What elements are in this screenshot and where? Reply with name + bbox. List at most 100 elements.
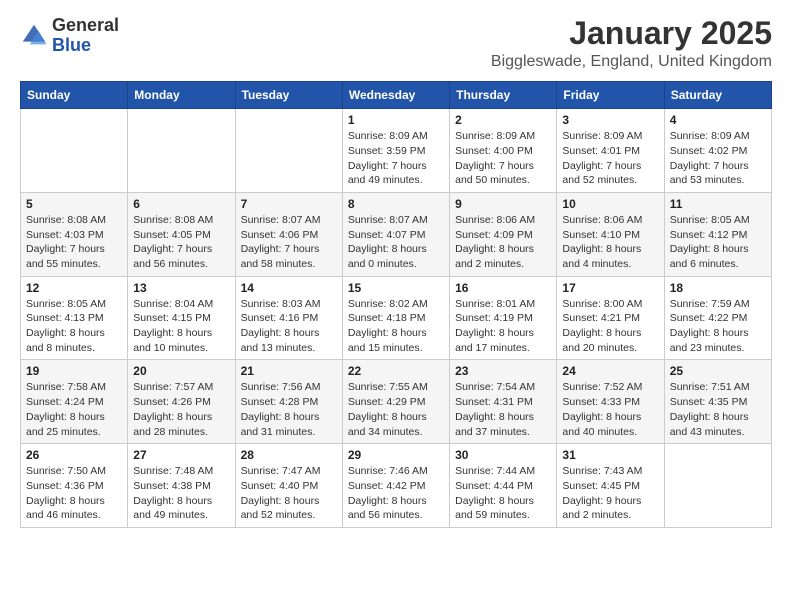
day-info: Sunrise: 7:59 AM Sunset: 4:22 PM Dayligh… — [670, 297, 766, 356]
day-info: Sunrise: 8:09 AM Sunset: 4:00 PM Dayligh… — [455, 129, 551, 188]
day-info: Sunrise: 8:00 AM Sunset: 4:21 PM Dayligh… — [562, 297, 658, 356]
calendar-day-cell — [21, 109, 128, 193]
day-info: Sunrise: 8:09 AM Sunset: 4:01 PM Dayligh… — [562, 129, 658, 188]
day-number: 2 — [455, 113, 551, 127]
day-number: 23 — [455, 364, 551, 378]
day-info: Sunrise: 8:05 AM Sunset: 4:13 PM Dayligh… — [26, 297, 122, 356]
day-number: 8 — [348, 197, 444, 211]
calendar-week-row: 5 Sunrise: 8:08 AM Sunset: 4:03 PM Daylig… — [21, 192, 772, 276]
day-info: Sunrise: 7:55 AM Sunset: 4:29 PM Dayligh… — [348, 380, 444, 439]
calendar-day-cell: 8 Sunrise: 8:07 AM Sunset: 4:07 PM Daylig… — [342, 192, 449, 276]
calendar-day-cell: 11 Sunrise: 8:05 AM Sunset: 4:12 PM Dayli… — [664, 192, 771, 276]
day-info: Sunrise: 8:09 AM Sunset: 4:02 PM Dayligh… — [670, 129, 766, 188]
calendar-day-cell: 2 Sunrise: 8:09 AM Sunset: 4:00 PM Daylig… — [450, 109, 557, 193]
weekday-header: Wednesday — [342, 82, 449, 109]
day-info: Sunrise: 8:04 AM Sunset: 4:15 PM Dayligh… — [133, 297, 229, 356]
day-number: 7 — [241, 197, 337, 211]
day-info: Sunrise: 7:43 AM Sunset: 4:45 PM Dayligh… — [562, 464, 658, 523]
day-info: Sunrise: 7:56 AM Sunset: 4:28 PM Dayligh… — [241, 380, 337, 439]
weekday-header: Sunday — [21, 82, 128, 109]
calendar-header-row: SundayMondayTuesdayWednesdayThursdayFrid… — [21, 82, 772, 109]
day-number: 6 — [133, 197, 229, 211]
day-number: 14 — [241, 281, 337, 295]
calendar-day-cell: 15 Sunrise: 8:02 AM Sunset: 4:18 PM Dayli… — [342, 276, 449, 360]
day-number: 10 — [562, 197, 658, 211]
day-info: Sunrise: 8:09 AM Sunset: 3:59 PM Dayligh… — [348, 129, 444, 188]
day-number: 25 — [670, 364, 766, 378]
calendar-day-cell: 16Sunrise: 8:01 AM Sunset: 4:19 PM Dayli… — [450, 276, 557, 360]
day-info: Sunrise: 8:06 AM Sunset: 4:10 PM Dayligh… — [562, 213, 658, 272]
calendar-day-cell: 10 Sunrise: 8:06 AM Sunset: 4:10 PM Dayli… — [557, 192, 664, 276]
day-number: 24 — [562, 364, 658, 378]
calendar-day-cell: 12 Sunrise: 8:05 AM Sunset: 4:13 PM Dayli… — [21, 276, 128, 360]
day-number: 12 — [26, 281, 122, 295]
logo: General Blue — [20, 16, 119, 56]
calendar-day-cell: 28 Sunrise: 7:47 AM Sunset: 4:40 PM Dayli… — [235, 444, 342, 528]
day-number: 18 — [670, 281, 766, 295]
day-number: 19 — [26, 364, 122, 378]
day-info: Sunrise: 8:02 AM Sunset: 4:18 PM Dayligh… — [348, 297, 444, 356]
day-number: 1 — [348, 113, 444, 127]
calendar-day-cell: 17 Sunrise: 8:00 AM Sunset: 4:21 PM Dayli… — [557, 276, 664, 360]
day-info: Sunrise: 7:52 AM Sunset: 4:33 PM Dayligh… — [562, 380, 658, 439]
calendar-day-cell: 18 Sunrise: 7:59 AM Sunset: 4:22 PM Dayli… — [664, 276, 771, 360]
weekday-header: Thursday — [450, 82, 557, 109]
month-title: January 2025 — [491, 16, 772, 51]
day-number: 15 — [348, 281, 444, 295]
calendar-day-cell: 14 Sunrise: 8:03 AM Sunset: 4:16 PM Dayli… — [235, 276, 342, 360]
day-info: Sunrise: 7:44 AM Sunset: 4:44 PM Dayligh… — [455, 464, 551, 523]
logo-blue-text: Blue — [52, 35, 91, 55]
calendar-week-row: 1 Sunrise: 8:09 AM Sunset: 3:59 PM Daylig… — [21, 109, 772, 193]
day-number: 11 — [670, 197, 766, 211]
calendar-day-cell: 19 Sunrise: 7:58 AM Sunset: 4:24 PM Dayli… — [21, 360, 128, 444]
calendar-day-cell: 23 Sunrise: 7:54 AM Sunset: 4:31 PM Dayli… — [450, 360, 557, 444]
logo-general-text: General — [52, 15, 119, 35]
day-info: Sunrise: 7:47 AM Sunset: 4:40 PM Dayligh… — [241, 464, 337, 523]
day-info: Sunrise: 8:08 AM Sunset: 4:03 PM Dayligh… — [26, 213, 122, 272]
calendar-week-row: 12 Sunrise: 8:05 AM Sunset: 4:13 PM Dayli… — [21, 276, 772, 360]
day-info: Sunrise: 8:07 AM Sunset: 4:07 PM Dayligh… — [348, 213, 444, 272]
calendar-day-cell — [235, 109, 342, 193]
day-info: Sunrise: 7:58 AM Sunset: 4:24 PM Dayligh… — [26, 380, 122, 439]
calendar-table: SundayMondayTuesdayWednesdayThursdayFrid… — [20, 81, 772, 528]
day-number: 28 — [241, 448, 337, 462]
calendar-day-cell — [128, 109, 235, 193]
weekday-header: Monday — [128, 82, 235, 109]
day-number: 26 — [26, 448, 122, 462]
day-info: Sunrise: 7:57 AM Sunset: 4:26 PM Dayligh… — [133, 380, 229, 439]
day-number: 22 — [348, 364, 444, 378]
day-info: Sunrise: 7:51 AM Sunset: 4:35 PM Dayligh… — [670, 380, 766, 439]
weekday-header: Tuesday — [235, 82, 342, 109]
day-number: 17 — [562, 281, 658, 295]
day-info: Sunrise: 8:06 AM Sunset: 4:09 PM Dayligh… — [455, 213, 551, 272]
calendar-day-cell: 1 Sunrise: 8:09 AM Sunset: 3:59 PM Daylig… — [342, 109, 449, 193]
calendar-day-cell: 13 Sunrise: 8:04 AM Sunset: 4:15 PM Dayli… — [128, 276, 235, 360]
calendar-day-cell: 29Sunrise: 7:46 AM Sunset: 4:42 PM Dayli… — [342, 444, 449, 528]
day-info: Sunrise: 8:05 AM Sunset: 4:12 PM Dayligh… — [670, 213, 766, 272]
weekday-header: Friday — [557, 82, 664, 109]
calendar-week-row: 19 Sunrise: 7:58 AM Sunset: 4:24 PM Dayli… — [21, 360, 772, 444]
calendar-day-cell: 21Sunrise: 7:56 AM Sunset: 4:28 PM Dayli… — [235, 360, 342, 444]
calendar-day-cell: 22 Sunrise: 7:55 AM Sunset: 4:29 PM Dayli… — [342, 360, 449, 444]
calendar-day-cell: 9 Sunrise: 8:06 AM Sunset: 4:09 PM Daylig… — [450, 192, 557, 276]
day-number: 13 — [133, 281, 229, 295]
calendar-day-cell: 31 Sunrise: 7:43 AM Sunset: 4:45 PM Dayli… — [557, 444, 664, 528]
day-info: Sunrise: 8:07 AM Sunset: 4:06 PM Dayligh… — [241, 213, 337, 272]
day-number: 27 — [133, 448, 229, 462]
day-number: 29 — [348, 448, 444, 462]
page-header: General Blue January 2025 Biggleswade, E… — [20, 16, 772, 71]
day-info: Sunrise: 8:01 AM Sunset: 4:19 PM Dayligh… — [455, 297, 551, 356]
day-info: Sunrise: 7:50 AM Sunset: 4:36 PM Dayligh… — [26, 464, 122, 523]
logo-icon — [20, 22, 48, 50]
day-number: 5 — [26, 197, 122, 211]
day-info: Sunrise: 7:54 AM Sunset: 4:31 PM Dayligh… — [455, 380, 551, 439]
calendar-day-cell: 25 Sunrise: 7:51 AM Sunset: 4:35 PM Dayli… — [664, 360, 771, 444]
day-number: 9 — [455, 197, 551, 211]
calendar-day-cell: 3Sunrise: 8:09 AM Sunset: 4:01 PM Daylig… — [557, 109, 664, 193]
weekday-header: Saturday — [664, 82, 771, 109]
calendar-day-cell: 4Sunrise: 8:09 AM Sunset: 4:02 PM Daylig… — [664, 109, 771, 193]
day-info: Sunrise: 7:48 AM Sunset: 4:38 PM Dayligh… — [133, 464, 229, 523]
day-info: Sunrise: 8:03 AM Sunset: 4:16 PM Dayligh… — [241, 297, 337, 356]
calendar-day-cell: 30Sunrise: 7:44 AM Sunset: 4:44 PM Dayli… — [450, 444, 557, 528]
day-number: 31 — [562, 448, 658, 462]
